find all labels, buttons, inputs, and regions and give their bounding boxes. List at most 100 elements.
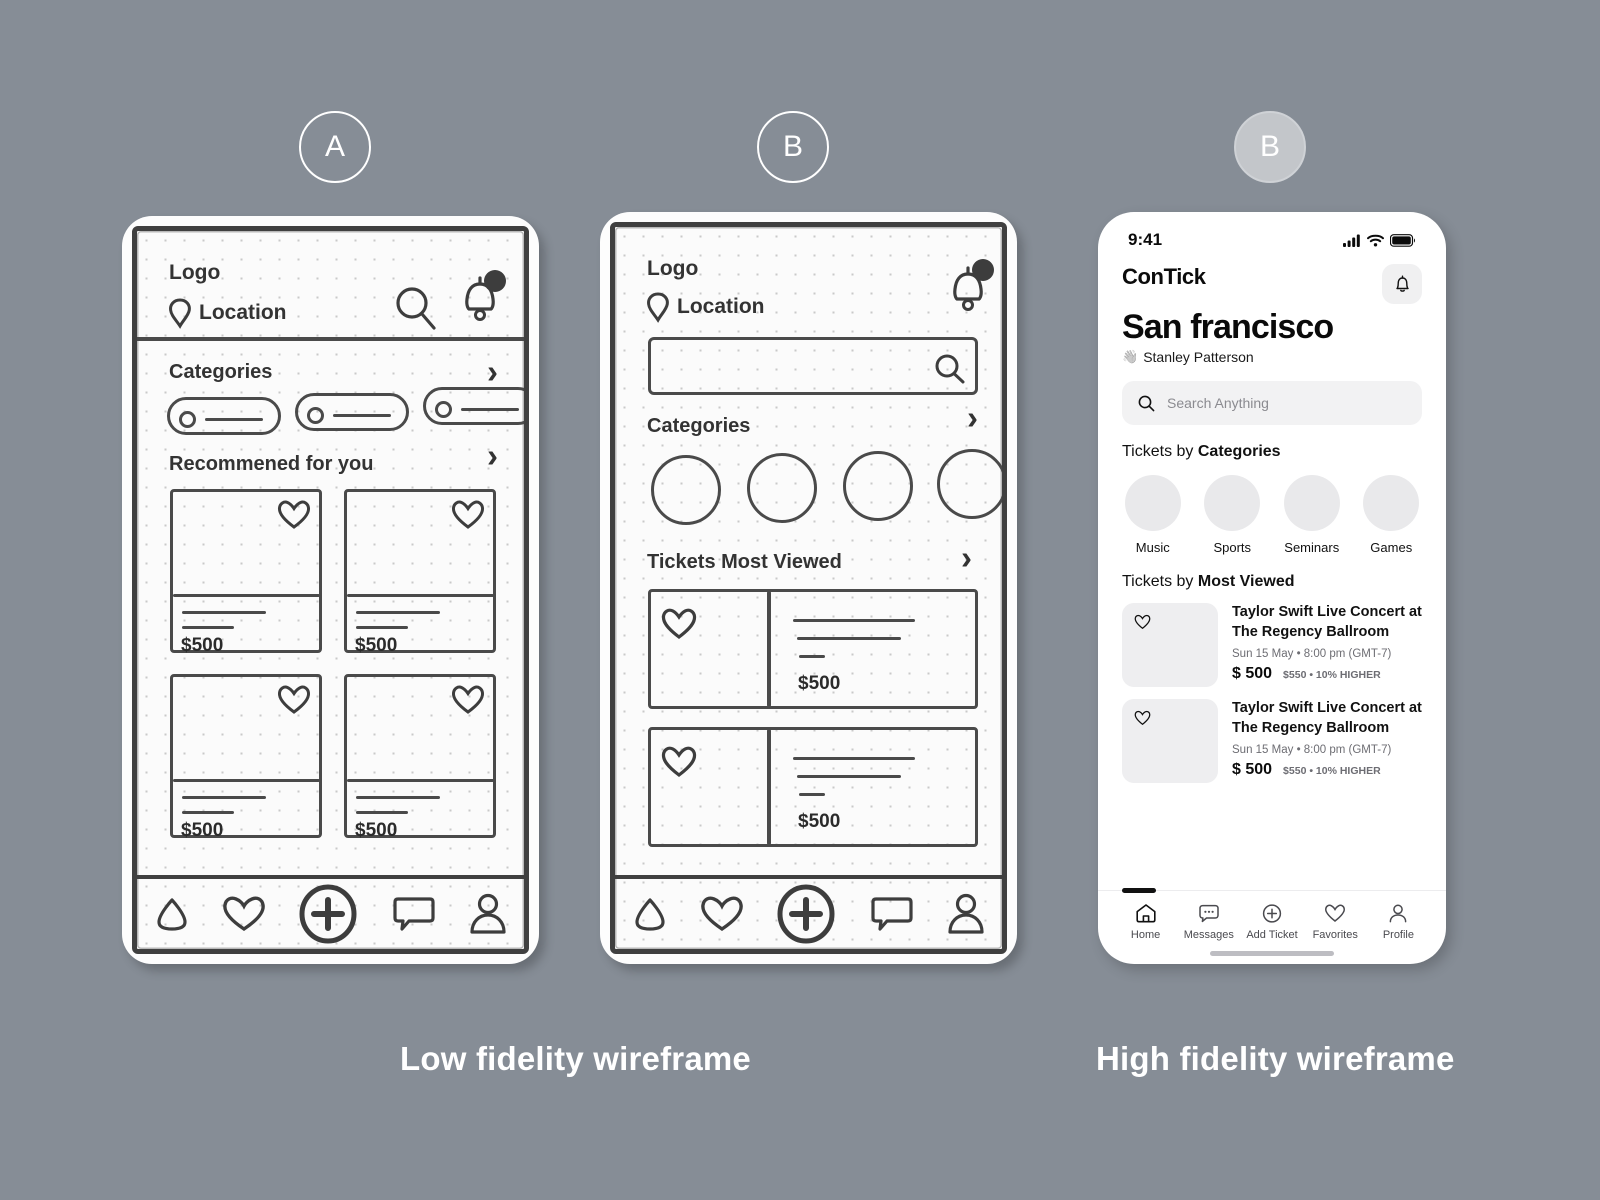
categories-section-strong: Categories xyxy=(1197,443,1281,460)
hifi-phone: 9:41 ConTick San francisco 👋 Stanley Pat… xyxy=(1098,212,1446,964)
nav-item-home[interactable]: Home xyxy=(1114,903,1177,941)
wf-a-recommended-chevron[interactable]: › xyxy=(487,437,498,475)
person-icon[interactable] xyxy=(467,892,509,936)
wf-a-card-price: $500 xyxy=(355,635,398,656)
caption-low-fidelity: Low fidelity wireframe xyxy=(400,1040,751,1077)
wf-b-category-circle[interactable] xyxy=(651,455,721,525)
home-icon xyxy=(1135,904,1156,923)
nav-item-messages[interactable]: Messages xyxy=(1177,903,1240,941)
wf-a-categories-chevron[interactable]: › xyxy=(487,353,498,391)
plus-circle-icon xyxy=(1262,904,1282,923)
wf-b-category-circle[interactable] xyxy=(747,453,817,523)
bell-icon[interactable] xyxy=(943,257,999,319)
heart-icon xyxy=(1325,904,1346,922)
wf-b-category-circle[interactable] xyxy=(937,449,1002,519)
ticket-body: Taylor Swift Live Concert at The Regency… xyxy=(1232,699,1422,783)
wireframe-b-screen: Logo Location Categories › Tickets Most … xyxy=(610,222,1007,954)
step-badge-b-label: B xyxy=(782,130,803,163)
wf-b-row-textline xyxy=(793,619,915,623)
ticket-thumbnail xyxy=(1122,699,1218,783)
nav-label: Favorites xyxy=(1312,929,1358,941)
search-icon[interactable] xyxy=(392,283,440,335)
nav-item-favorites[interactable]: Favorites xyxy=(1304,903,1367,941)
step-badge-a[interactable]: A xyxy=(299,111,371,183)
wf-b-search-field[interactable] xyxy=(648,337,978,395)
most-viewed-section-title: Tickets by Most Viewed xyxy=(1098,555,1446,591)
chat-icon[interactable] xyxy=(869,894,915,934)
wf-a-logo: Logo xyxy=(169,261,221,284)
ticket-meta: Sun 15 May • 8:00 pm (GMT-7) xyxy=(1232,648,1392,661)
search-icon[interactable] xyxy=(933,352,967,386)
plus-icon[interactable] xyxy=(774,882,838,946)
categories-section-title: Tickets by Categories xyxy=(1098,425,1446,461)
categories-section-prefix: Tickets by xyxy=(1122,443,1198,460)
nav-item-profile[interactable]: Profile xyxy=(1367,903,1430,941)
home-icon[interactable] xyxy=(152,894,192,934)
wf-b-category-circle[interactable] xyxy=(843,451,913,521)
wf-b-categories-chevron[interactable]: › xyxy=(967,399,978,437)
caption-high-fidelity: High fidelity wireframe xyxy=(1096,1040,1455,1077)
ticket-body: Taylor Swift Live Concert at The Regency… xyxy=(1232,603,1422,687)
step-badge-b[interactable]: B xyxy=(757,111,829,183)
wf-b-location[interactable]: Location xyxy=(677,295,765,319)
greeting: 👋 Stanley Patterson xyxy=(1098,347,1446,365)
wf-a-card-textline xyxy=(356,811,408,814)
wf-b-categories-title: Categories xyxy=(647,415,751,437)
wf-a-card-textline xyxy=(356,626,408,629)
heart-icon[interactable] xyxy=(1134,710,1151,726)
step-badge-b-filled[interactable]: B xyxy=(1234,111,1306,183)
wf-a-category-pill-dot xyxy=(179,411,196,428)
categories-row: Music Sports Seminars Games xyxy=(1098,461,1446,555)
heart-icon[interactable] xyxy=(277,499,311,530)
nav-label: Add Ticket xyxy=(1246,929,1298,941)
notification-button[interactable] xyxy=(1382,264,1422,304)
message-icon xyxy=(1199,904,1219,923)
bell-icon xyxy=(1395,275,1409,292)
wf-b-add-button[interactable] xyxy=(774,882,838,946)
app-brand: ConTick xyxy=(1122,264,1206,289)
nav-label: Home xyxy=(1130,929,1161,941)
home-indicator[interactable] xyxy=(1210,951,1334,956)
location-pin-icon xyxy=(169,298,191,329)
wf-a-card-split xyxy=(173,594,320,597)
wf-a-location[interactable]: Location xyxy=(199,301,287,325)
ticket-row[interactable]: Taylor Swift Live Concert at The Regency… xyxy=(1098,591,1446,687)
heart-icon[interactable] xyxy=(700,895,744,933)
home-icon[interactable] xyxy=(630,894,670,934)
heart-icon[interactable] xyxy=(222,895,266,933)
wf-b-row-textline xyxy=(797,637,901,641)
category-item-music[interactable]: Music xyxy=(1120,475,1186,555)
canvas: A B B Logo Location Categories › Recomme… xyxy=(0,0,1600,1200)
wf-b-row-price: $500 xyxy=(798,673,841,694)
heart-icon[interactable] xyxy=(661,607,697,640)
chat-icon[interactable] xyxy=(391,894,437,934)
heart-icon[interactable] xyxy=(451,499,485,530)
wf-b-most-viewed-chevron[interactable]: › xyxy=(961,539,972,577)
wf-a-card-price: $500 xyxy=(181,635,224,656)
bell-icon[interactable] xyxy=(455,269,511,329)
wf-a-card-textline xyxy=(182,796,266,799)
category-item-sports[interactable]: Sports xyxy=(1200,475,1266,555)
wf-b-row-price: $500 xyxy=(798,811,841,832)
wf-a-add-button[interactable] xyxy=(296,882,360,946)
search-input[interactable]: Search Anything xyxy=(1122,381,1422,425)
heart-icon[interactable] xyxy=(451,684,485,715)
ticket-price-row: $ 500 $550 • 10% HIGHER xyxy=(1232,761,1422,779)
heart-icon[interactable] xyxy=(661,745,697,778)
nav-item-add-ticket[interactable]: Add Ticket xyxy=(1240,903,1303,941)
step-badge-b-filled-label: B xyxy=(1259,130,1280,163)
wf-a-header-divider xyxy=(137,337,524,341)
heart-icon[interactable] xyxy=(277,684,311,715)
plus-icon[interactable] xyxy=(296,882,360,946)
category-item-seminars[interactable]: Seminars xyxy=(1279,475,1345,555)
wf-a-card-price: $500 xyxy=(355,820,398,841)
ticket-row[interactable]: Taylor Swift Live Concert at The Regency… xyxy=(1098,687,1446,783)
ticket-title: Taylor Swift Live Concert at The Regency… xyxy=(1232,700,1422,736)
wf-b-row-split xyxy=(767,591,771,707)
wireframe-a-screen: Logo Location Categories › Recommened fo… xyxy=(132,226,529,954)
wf-a-card-textline xyxy=(182,811,234,814)
category-item-games[interactable]: Games xyxy=(1359,475,1425,555)
person-icon[interactable] xyxy=(945,892,987,936)
heart-icon[interactable] xyxy=(1134,614,1151,630)
location-pin-icon xyxy=(647,292,669,323)
